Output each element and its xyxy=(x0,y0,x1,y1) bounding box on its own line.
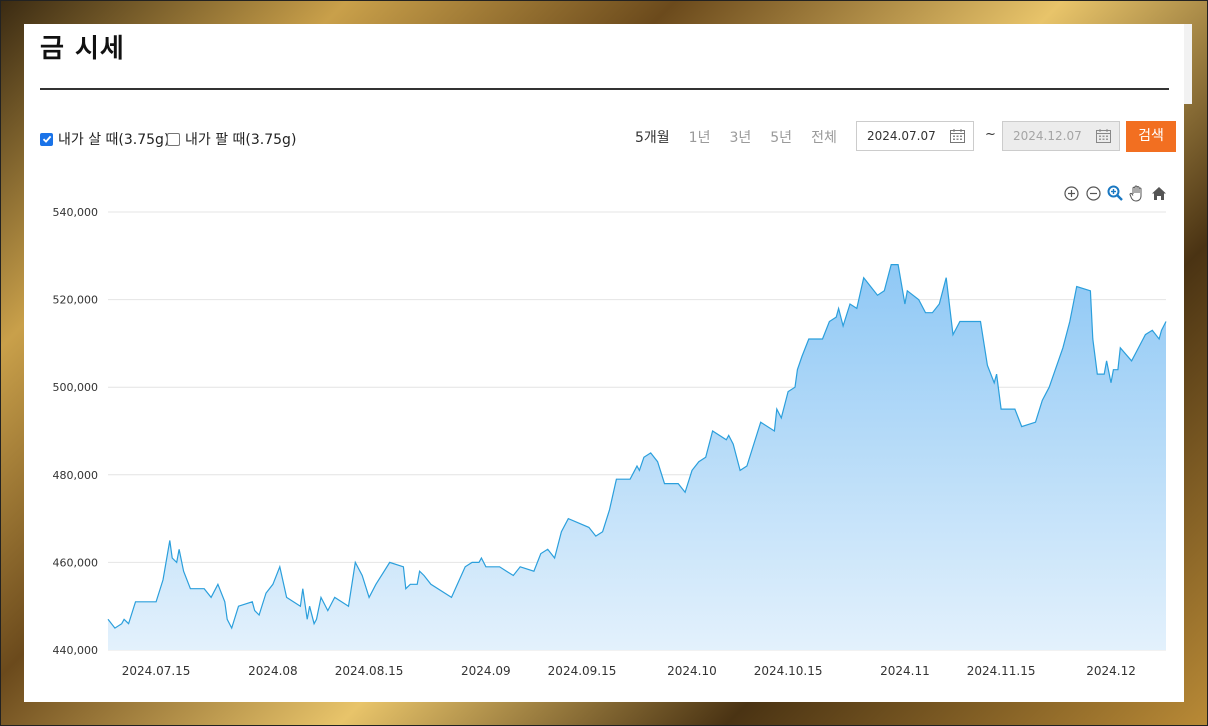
x-tick-label: 2024.08 xyxy=(248,664,298,678)
x-tick-label: 2024.11 xyxy=(880,664,930,678)
y-tick-label: 520,000 xyxy=(53,294,99,307)
x-tick-label: 2024.10 xyxy=(667,664,717,678)
scrollbar-strip[interactable] xyxy=(1184,24,1192,104)
chart-x-axis: 2024.07.15 2024.08 2024.08.15 2024.09 2024.0… xyxy=(122,664,1136,678)
y-tick-label: 500,000 xyxy=(53,381,99,394)
x-tick-label: 2024.11.15 xyxy=(967,664,1036,678)
x-tick-label: 2024.09 xyxy=(461,664,511,678)
y-tick-label: 480,000 xyxy=(53,469,99,482)
x-tick-label: 2024.10.15 xyxy=(754,664,823,678)
x-tick-label: 2024.07.15 xyxy=(122,664,191,678)
x-tick-label: 2024.08.15 xyxy=(335,664,404,678)
y-tick-label: 440,000 xyxy=(53,644,99,657)
y-tick-label: 540,000 xyxy=(53,206,99,219)
x-tick-label: 2024.09.15 xyxy=(548,664,617,678)
gold-price-panel: 금 시세 내가 살 때(3.75g) 내가 팔 때(3.75g) 5개월 1년 … xyxy=(24,24,1192,702)
x-tick-label: 2024.12 xyxy=(1086,664,1136,678)
chart-y-axis: 440,000 460,000 480,000 500,000 520,000 540,0… xyxy=(53,206,99,657)
y-tick-label: 460,000 xyxy=(53,556,99,569)
gold-price-chart: 440,000 460,000 480,000 500,000 520,000 540,0… xyxy=(53,206,1167,678)
